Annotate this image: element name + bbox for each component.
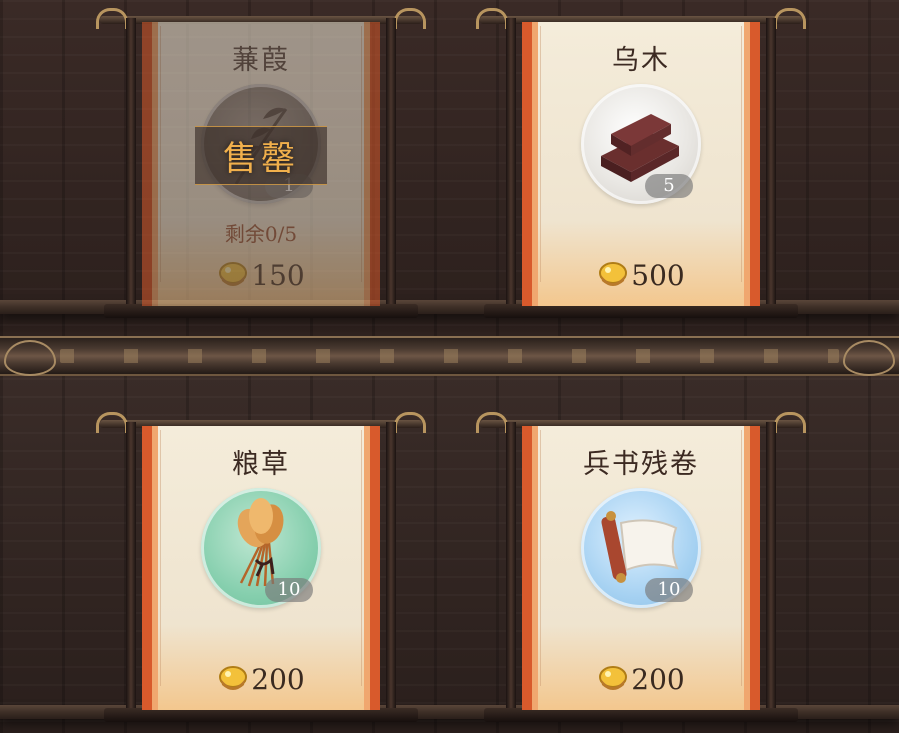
gold-coin-icon [219, 666, 248, 690]
item-name: 蒹葭 [232, 45, 290, 76]
item-price[interactable]: 200 [532, 663, 750, 696]
item-name: 乌木 [612, 45, 670, 76]
item-price-value: 200 [251, 663, 305, 696]
item-medal: 10 [201, 488, 321, 608]
shelf-divider [0, 336, 899, 376]
item-price-value: 200 [631, 663, 685, 696]
gold-coin-icon [219, 262, 248, 286]
item-price: 150 [152, 259, 370, 292]
item-medal: 10 [581, 488, 701, 608]
item-scroll: 乌木 5 500 [522, 22, 760, 306]
item-count-badge: 5 [645, 174, 693, 198]
item-price[interactable]: 500 [532, 259, 750, 292]
item-price-value: 500 [631, 259, 685, 292]
shop-item-card[interactable]: 蒹葭 1 剩余0/5 150 售罄 [96, 8, 426, 318]
item-name: 兵书残卷 [583, 449, 699, 480]
remaining-stock: 剩余0/5 [224, 222, 298, 246]
sold-out-banner: 售罄 [168, 126, 354, 185]
shop-item-card[interactable]: 兵书残卷 10 200 [476, 412, 806, 722]
item-scroll: 粮草 10 200 [142, 426, 380, 710]
item-name: 粮草 [232, 449, 290, 480]
item-scroll: 兵书残卷 10 200 [522, 426, 760, 710]
item-count-badge: 10 [265, 578, 313, 602]
shop-item-card[interactable]: 粮草 10 200 [96, 412, 426, 722]
gold-coin-icon [599, 666, 628, 690]
sold-out-label: 售罄 [195, 126, 327, 185]
shop-item-card[interactable]: 乌木 5 500 [476, 8, 806, 318]
item-price[interactable]: 200 [152, 663, 370, 696]
item-count-badge: 10 [645, 578, 693, 602]
gold-coin-icon [599, 262, 628, 286]
item-price-value: 150 [251, 259, 305, 292]
item-medal: 5 [581, 84, 701, 204]
